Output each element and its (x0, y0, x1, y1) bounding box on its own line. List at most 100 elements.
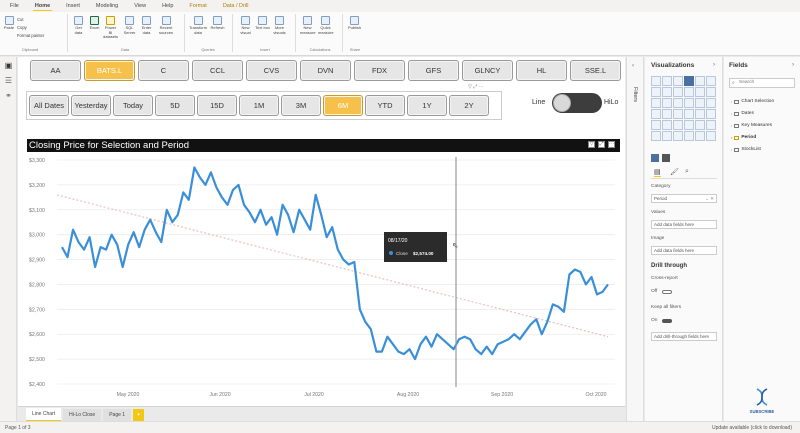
stock-button-gfs[interactable]: GFS (408, 60, 459, 81)
period-button-1y[interactable]: 1Y (407, 95, 447, 116)
publish-button[interactable]: Publish (347, 16, 362, 31)
more-visuals-button[interactable]: More visuals (272, 16, 287, 35)
filters-pane-collapsed[interactable]: ‹ Filters (626, 57, 644, 421)
cross-report-switch[interactable] (662, 290, 672, 294)
category-field-well[interactable]: Period ⌄ ✕ (651, 194, 717, 203)
format-tab-icon[interactable]: 🖌 (670, 168, 679, 176)
collapse-fields-icon[interactable]: › (792, 62, 794, 68)
visual-type-icon[interactable] (651, 109, 661, 119)
field-options-icon[interactable]: ⌄ ✕ (705, 195, 714, 202)
visual-type-icon[interactable] (673, 76, 683, 86)
tab-format[interactable]: Format (187, 2, 208, 10)
report-view-icon[interactable]: ▣ (4, 62, 13, 70)
visual-type-icon[interactable] (662, 109, 672, 119)
cut-button[interactable]: Cut (17, 17, 24, 22)
visual-type-icon[interactable] (673, 87, 683, 97)
visual-type-icon[interactable] (662, 87, 672, 97)
period-button-15d[interactable]: 15D (197, 95, 237, 116)
period-button-3m[interactable]: 3M (281, 95, 321, 116)
tab-modeling[interactable]: Modeling (94, 2, 120, 10)
drill-through-field-well[interactable]: Add drill-through fields here (651, 332, 717, 341)
quick-measure-button[interactable]: Quick measure (318, 16, 334, 35)
visual-type-icon[interactable] (706, 109, 716, 119)
visual-type-icon[interactable] (695, 109, 705, 119)
expand-icon[interactable]: ‹ (632, 63, 634, 69)
period-button-2y[interactable]: 2Y (449, 95, 489, 116)
tab-file[interactable]: File (8, 2, 21, 10)
stock-button-hl[interactable]: HL (516, 60, 567, 81)
transform-data-button[interactable]: Transform data (188, 16, 208, 35)
visual-type-icon[interactable] (662, 98, 672, 108)
visual-type-icon[interactable] (684, 87, 694, 97)
visual-type-icon[interactable] (662, 131, 672, 141)
focus-mode-icon[interactable]: ⤢ (598, 141, 605, 148)
visual-type-icon[interactable] (684, 76, 694, 86)
model-view-icon[interactable]: ⚭ (4, 92, 13, 100)
keep-filters-switch[interactable] (662, 319, 672, 323)
visual-type-icon[interactable] (684, 120, 694, 130)
visual-type-icon[interactable] (695, 76, 705, 86)
period-button-all-dates[interactable]: All Dates (29, 95, 69, 116)
stock-button-dvn[interactable]: DVN (300, 60, 351, 81)
tab-help[interactable]: Help (160, 2, 175, 10)
visual-type-icon[interactable] (651, 87, 661, 97)
stock-button-cvs[interactable]: CVS (246, 60, 297, 81)
toggle-knob[interactable] (553, 94, 571, 112)
field-table-period[interactable]: › Period (731, 135, 756, 140)
visual-type-icon[interactable] (706, 131, 716, 141)
page-tab-hi-lo-close[interactable]: Hi-Lo Close (63, 409, 102, 421)
visual-type-icon[interactable] (651, 131, 661, 141)
visual-type-icon[interactable] (695, 131, 705, 141)
excel-button[interactable]: Excel (87, 16, 102, 31)
field-table-stocklist[interactable]: › StockList (731, 147, 761, 152)
tab-insert[interactable]: Insert (64, 2, 82, 10)
stock-button-c[interactable]: C (138, 60, 189, 81)
fields-search-input[interactable]: Search (729, 78, 795, 88)
stock-button-ccl[interactable]: CCL (192, 60, 243, 81)
stock-button-fdx[interactable]: FDX (354, 60, 405, 81)
copy-button[interactable]: Copy (17, 25, 27, 30)
values-field-well[interactable]: Add data fields here (651, 220, 717, 229)
visual-type-icon[interactable] (651, 98, 661, 108)
period-button-1m[interactable]: 1M (239, 95, 279, 116)
filter-icon[interactable]: ▽ (588, 141, 595, 148)
new-measure-button[interactable]: New measure (300, 16, 316, 35)
enter-data-button[interactable]: Enter data (139, 16, 154, 35)
visual-type-icon[interactable] (706, 98, 716, 108)
visual-type-icon[interactable] (684, 98, 694, 108)
period-button-6m[interactable]: 6M (323, 95, 363, 116)
visual-type-icon[interactable] (684, 109, 694, 119)
new-visual-button[interactable]: New visual (238, 16, 253, 35)
add-page-button[interactable]: + (133, 409, 144, 421)
visual-type-icon[interactable] (673, 98, 683, 108)
tab-view[interactable]: View (132, 2, 148, 10)
line-hilo-toggle[interactable] (552, 93, 602, 113)
visual-type-icon[interactable] (695, 87, 705, 97)
field-table-key-measures[interactable]: › Key Measures (731, 123, 772, 128)
selected-visual-icon[interactable] (651, 154, 659, 162)
visual-type-icon[interactable] (695, 120, 705, 130)
visual-type-icon[interactable] (662, 76, 672, 86)
stock-button-bats[interactable]: BATS.L (84, 60, 135, 81)
tab-data-drill[interactable]: Data / Drill (221, 2, 251, 10)
period-button-yesterday[interactable]: Yesterday (71, 95, 111, 116)
visual-type-icon[interactable] (684, 131, 694, 141)
power-bi-datasets-button[interactable]: Power BI datasets (103, 16, 118, 40)
tab-home[interactable]: Home (32, 2, 53, 11)
page-tab-page-1[interactable]: Page 1 (103, 409, 132, 421)
period-button-5d[interactable]: 5D (155, 95, 195, 116)
close-series[interactable] (61, 166, 609, 361)
paste-button[interactable]: Paste (3, 16, 15, 31)
visual-type-icon[interactable] (695, 98, 705, 108)
text-box-button[interactable]: Text box (255, 16, 270, 31)
refresh-button[interactable]: Refresh (210, 16, 225, 31)
period-button-today[interactable]: Today (113, 95, 153, 116)
visual-type-icon[interactable] (673, 120, 683, 130)
fields-tab-icon[interactable]: ▤ (654, 168, 661, 177)
update-notice[interactable]: Update available (click to download) (712, 425, 792, 431)
visual-type-icon[interactable] (673, 109, 683, 119)
page-tab-line-chart[interactable]: Line Chart (26, 408, 62, 421)
visual-type-icon[interactable] (706, 87, 716, 97)
field-table-chart-selection[interactable]: › Chart Selection (731, 99, 774, 104)
visual-type-icon[interactable] (651, 76, 661, 86)
